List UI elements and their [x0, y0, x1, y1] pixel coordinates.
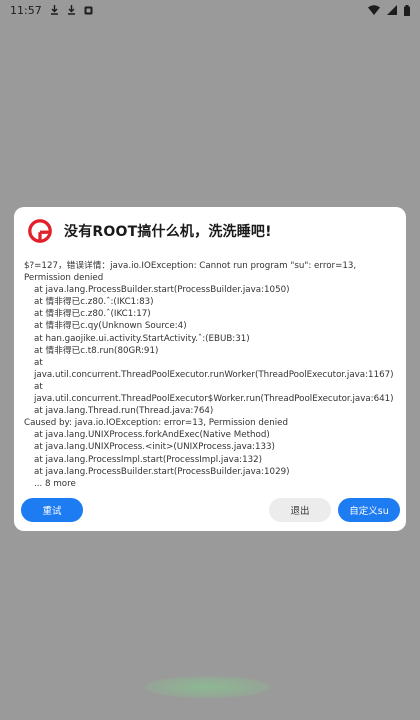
- dialog-title: 没有ROOT搞什么机，洗洗睡吧!: [64, 224, 272, 240]
- error-details-text: $?=127，错误详情：java.io.IOException: Cannot …: [24, 260, 400, 488]
- cellular-signal-icon: [387, 5, 397, 15]
- custom-su-button[interactable]: 自定义su: [338, 498, 400, 522]
- battery-icon: [404, 4, 410, 16]
- error-line: at 情非得已c.qy(Unknown Source:4): [34, 321, 187, 332]
- error-line: Caused by: java.io.IOException: error=13…: [24, 418, 289, 429]
- root-tool-logo-icon: [28, 219, 52, 243]
- error-line: at java.lang.UNIXProcess.forkAndExec(Nat…: [34, 430, 270, 441]
- dialog-header: 没有ROOT搞什么机，洗洗睡吧!: [28, 219, 272, 243]
- error-line: at java.util.concurrent.ThreadPoolExecut…: [34, 357, 394, 380]
- retry-button[interactable]: 重试: [21, 498, 83, 522]
- app-notification-icon: [84, 6, 93, 15]
- error-line: ... 8 more: [34, 478, 76, 488]
- error-line: at java.util.concurrent.ThreadPoolExecut…: [34, 381, 394, 405]
- error-line: at 情非得已c.z80.ˆ:(IKC1:83): [34, 297, 154, 308]
- error-line: at 情非得已c.z80.ˆ(IKC1:17): [34, 309, 151, 320]
- download-icon: [67, 5, 76, 15]
- exit-button[interactable]: 退出: [269, 498, 331, 522]
- background-glow: [145, 676, 270, 698]
- download-icon: [50, 5, 59, 15]
- error-line: at java.lang.ProcessBuilder.start(Proces…: [34, 285, 290, 296]
- root-error-dialog: 没有ROOT搞什么机，洗洗睡吧! $?=127，错误详情：java.io.IOE…: [14, 207, 406, 531]
- status-bar: 11:57: [0, 0, 420, 20]
- error-line: at 情非得已c.t8.run(80GR:91): [34, 345, 159, 356]
- wifi-icon: [368, 5, 380, 15]
- error-line: at java.lang.Thread.run(Thread.java:764): [34, 406, 214, 417]
- error-line: at java.lang.ProcessImpl.start(ProcessIm…: [34, 454, 263, 465]
- error-line: at han.gaojike.ui.activity.StartActivity…: [34, 333, 250, 344]
- status-bar-right: [368, 4, 410, 16]
- clock: 11:57: [10, 3, 42, 17]
- error-line: at java.lang.ProcessBuilder.start(Proces…: [34, 466, 290, 477]
- error-line: $?=127，错误详情：java.io.IOException: Cannot …: [24, 261, 359, 284]
- status-bar-left: 11:57: [10, 4, 93, 17]
- error-line: at java.lang.UNIXProcess.<init>(UNIXProc…: [34, 442, 275, 453]
